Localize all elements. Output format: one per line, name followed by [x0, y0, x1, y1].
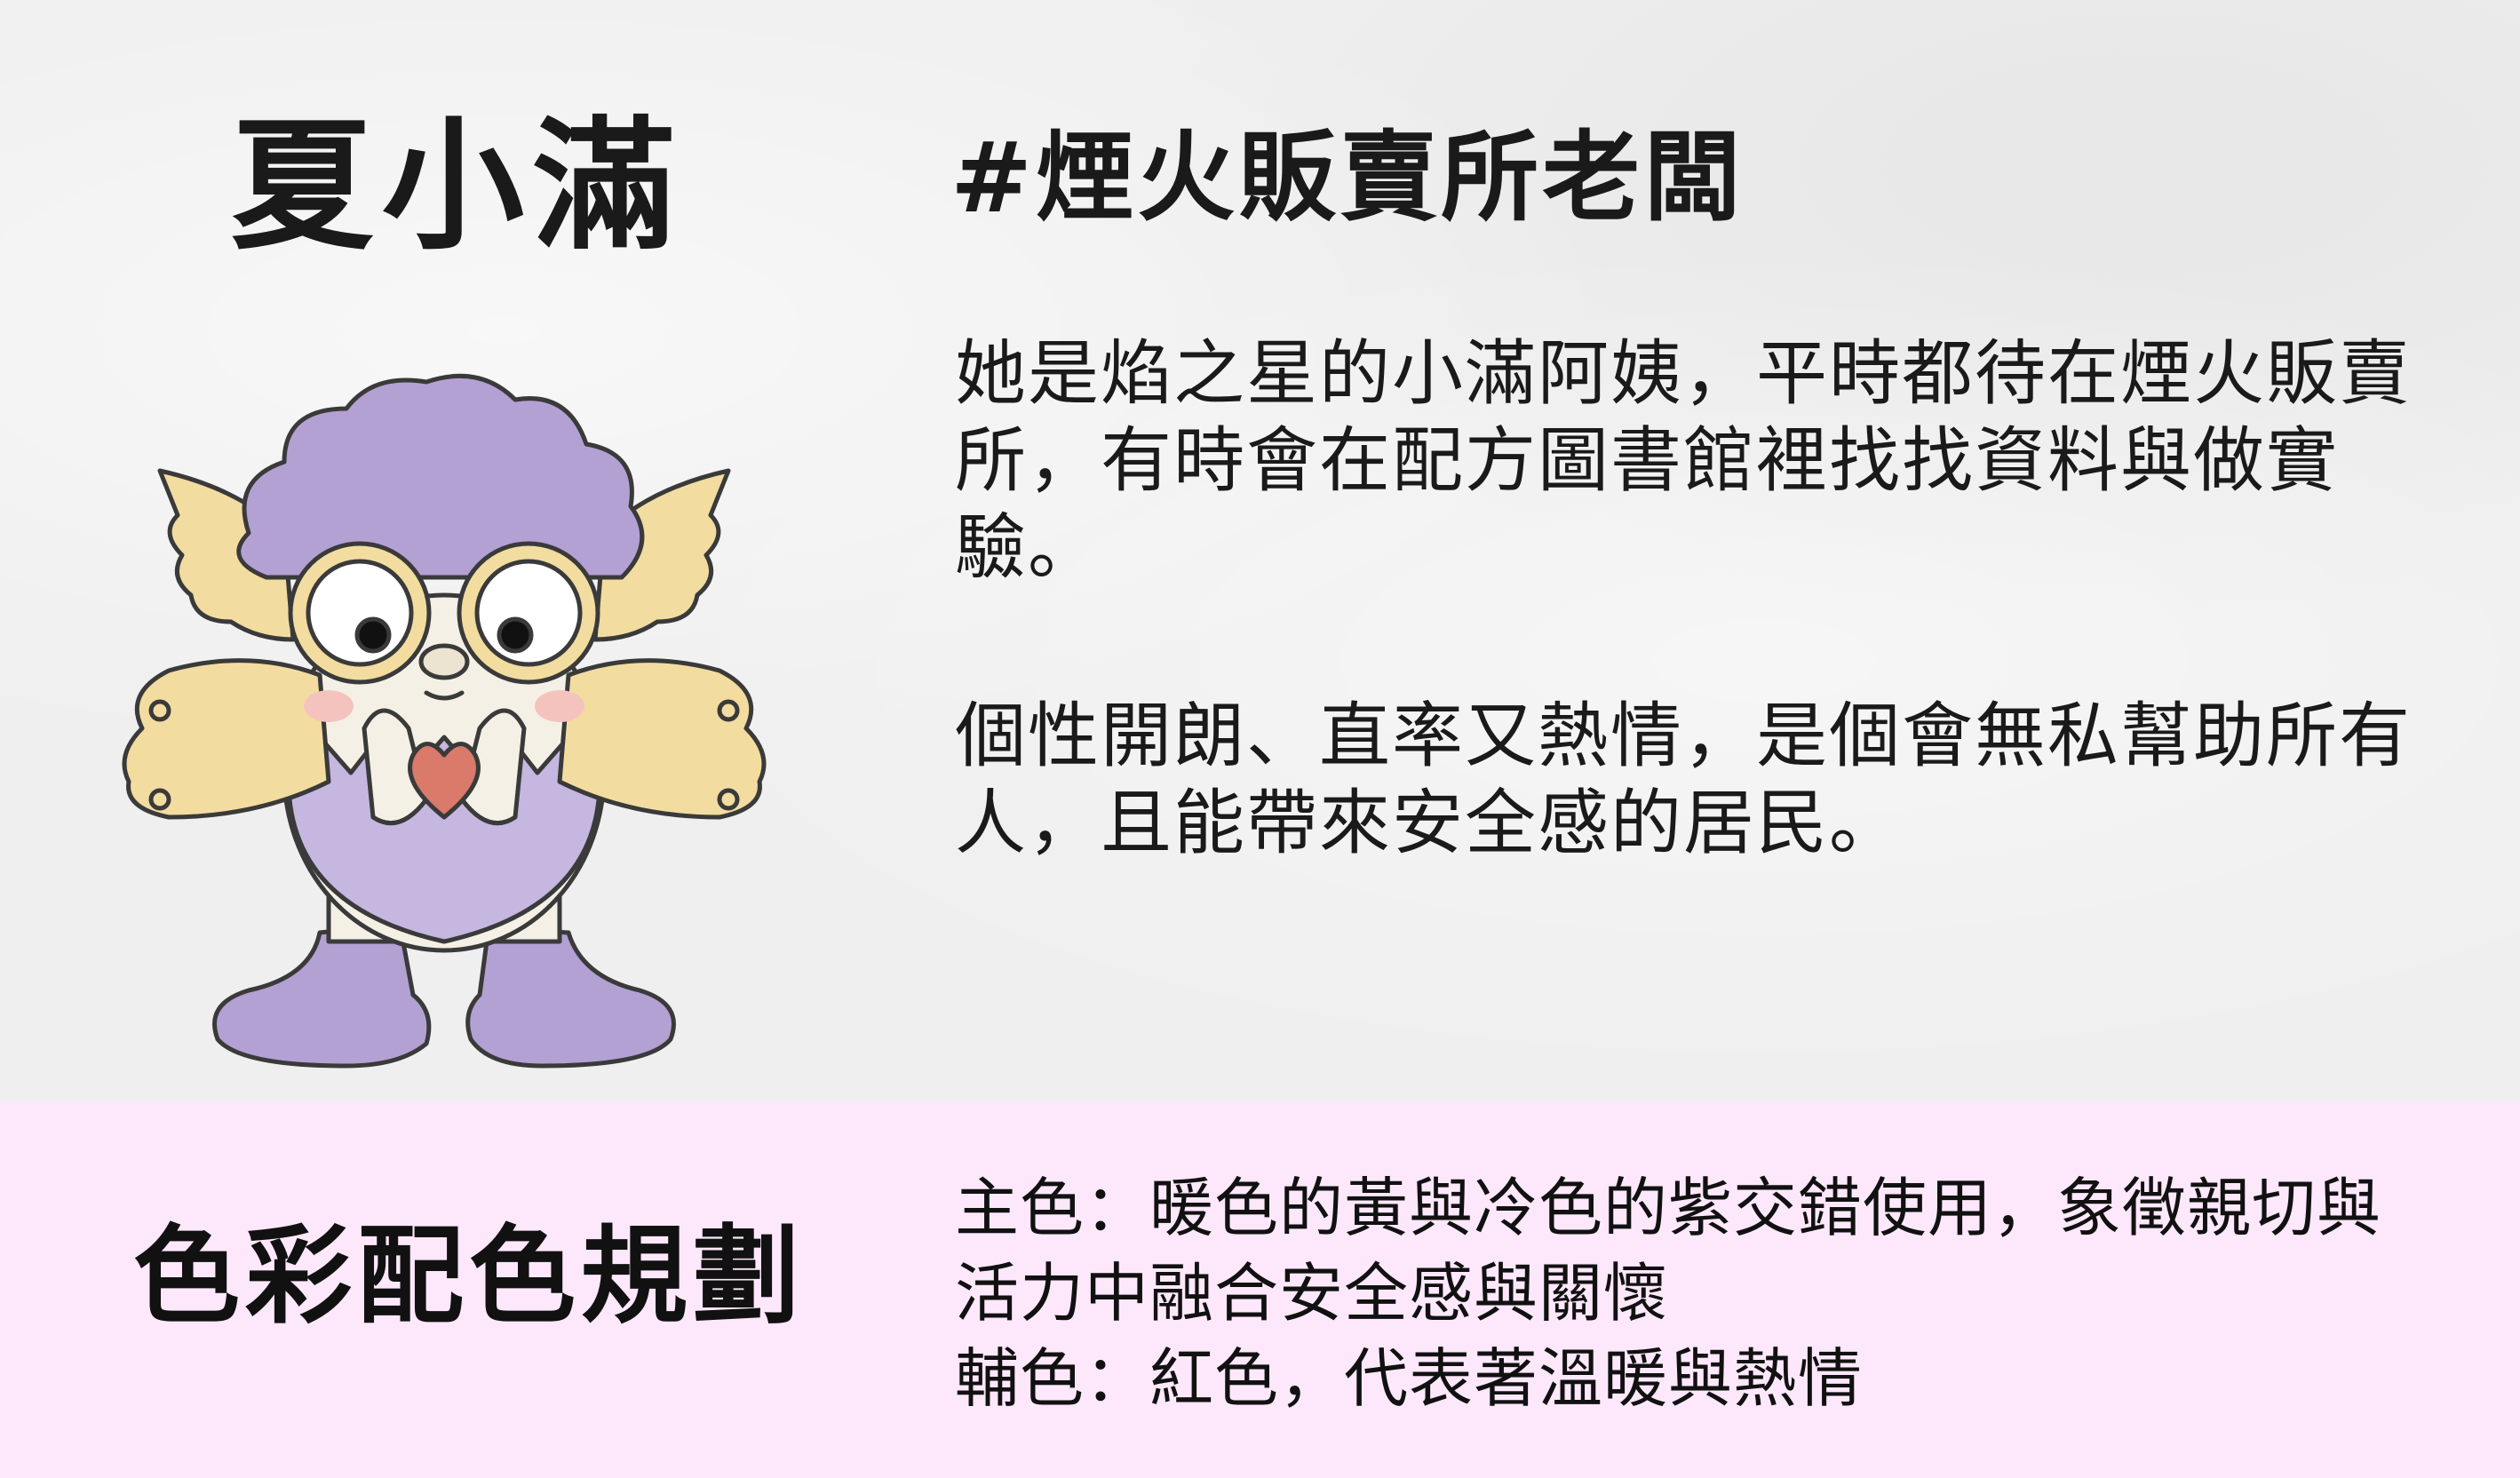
character-description-1: 她是焰之星的小滿阿姨，平時都待在煙火販賣所，有時會在配方圖書館裡找找資料與做實驗… [955, 332, 2412, 589]
right-arm [557, 658, 767, 820]
character-role-tag: #煙火販賣所老闆 [950, 121, 1745, 234]
color-plan-heading: 色彩配色規劃 [133, 1215, 805, 1339]
curly-hair [236, 373, 645, 580]
right-boot [465, 926, 676, 1069]
mascot-illustration [122, 373, 767, 1069]
color-plan-notes: 主色：暖色的黃與冷色的紫交錯使用，象徵親切與活力中融合安全感與關懷 輔色：紅色，… [955, 1165, 2412, 1421]
character-card: 夏小滿 #煙火販賣所老闆 她是焰之星的小滿阿姨，平時都待在煙火販賣所，有時會在配… [0, 0, 2520, 1478]
secondary-color-note: 輔色：紅色，代表著溫暖與熱情 [955, 1341, 1864, 1416]
left-arm [122, 658, 331, 820]
character-description-2: 個性開朗、直率又熱情，是個會無私幫助所有人，且能帶來安全感的居民。 [955, 695, 2412, 864]
primary-color-note: 主色：暖色的黃與冷色的紫交錯使用，象徵親切與活力中融合安全感與關懷 [955, 1171, 2382, 1331]
character-name: 夏小滿 [231, 103, 685, 269]
left-boot [212, 921, 432, 1069]
